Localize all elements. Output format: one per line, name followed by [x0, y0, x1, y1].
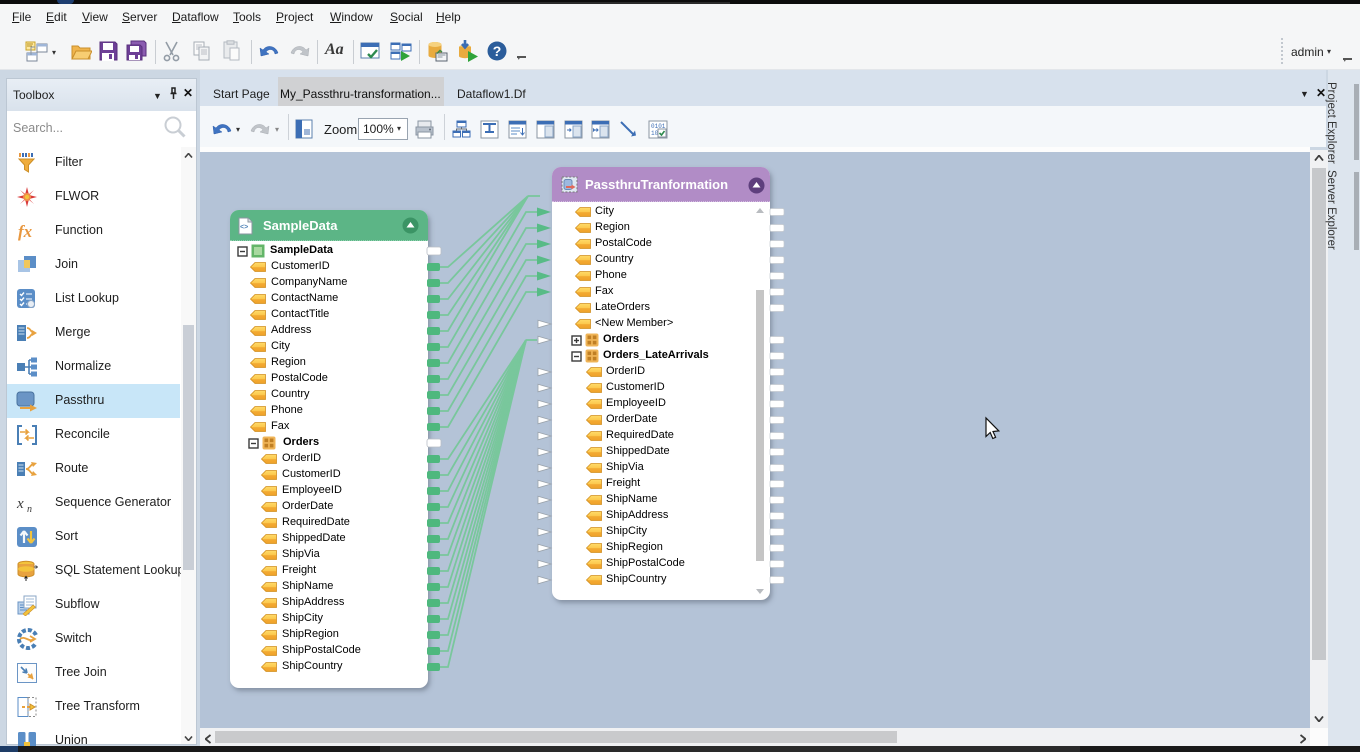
- svg-text:?: ?: [493, 43, 502, 59]
- svg-text:x: x: [16, 496, 24, 512]
- svg-text:n: n: [27, 504, 32, 514]
- svg-text:<>: <>: [240, 224, 248, 231]
- svg-text:fx: fx: [18, 222, 33, 241]
- svg-text:10: 10: [651, 130, 659, 137]
